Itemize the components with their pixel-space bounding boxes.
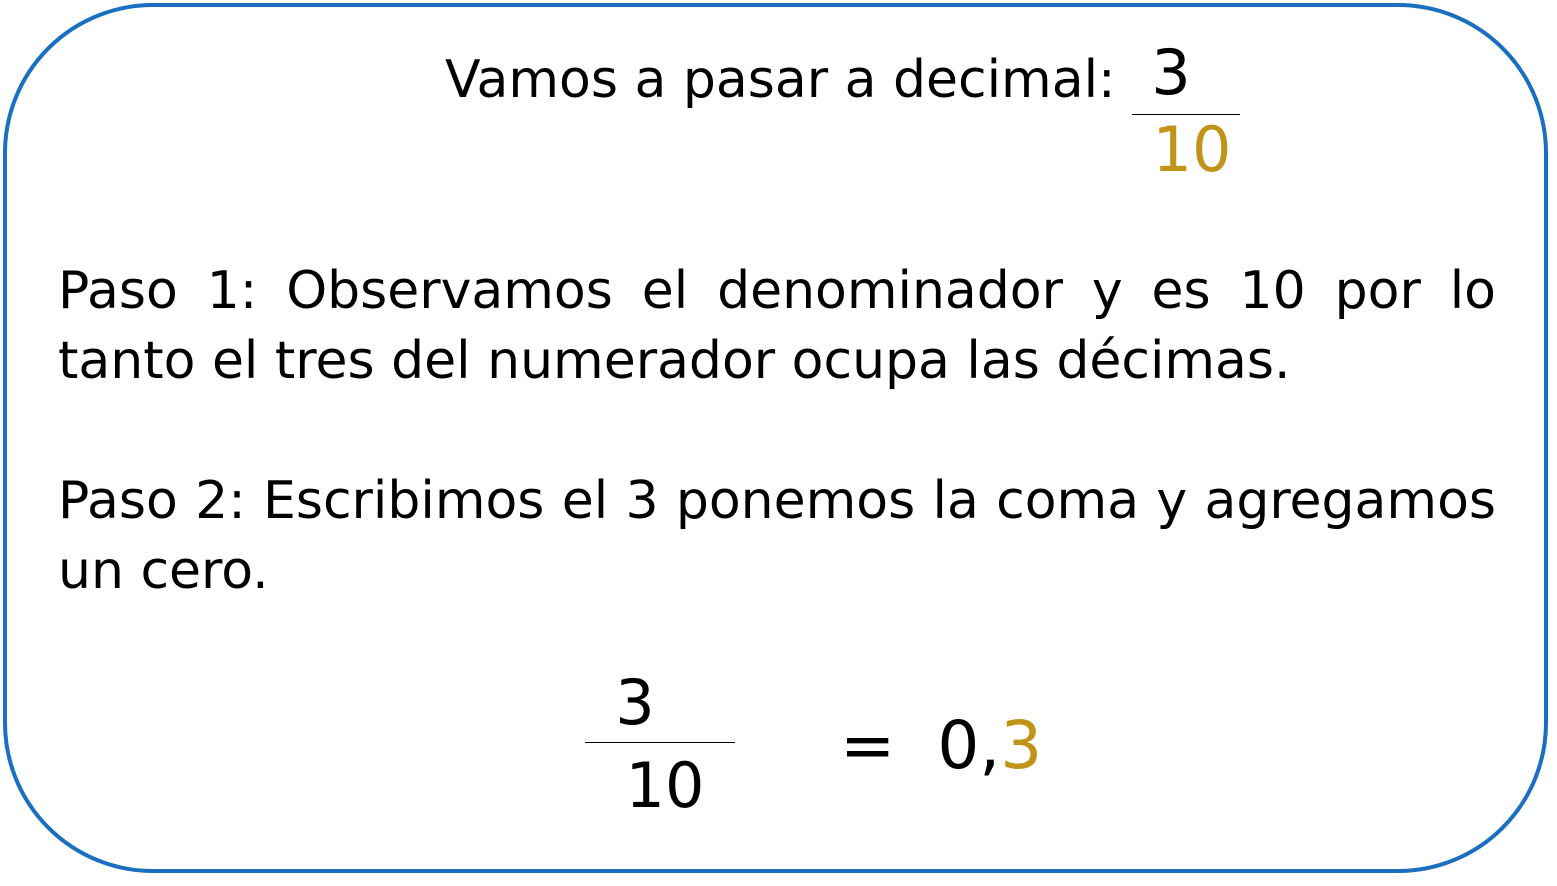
step-1-text: Paso 1: Observamos el denominador y es 1… [58,261,1496,391]
result-fraction-bar [585,742,735,743]
result-equation: = 0,3 [840,708,1042,784]
top-fraction-numerator: 3 [1151,36,1191,109]
top-fraction-denominator: 10 [1152,113,1232,186]
top-fraction: 3 10 [1132,42,1240,181]
result-fraction-denominator: 10 [625,749,705,822]
result-fraction-numerator: 3 [615,666,655,739]
result-fraction: 3 10 [585,672,735,817]
decimal-digit: 3 [1000,707,1043,784]
decimal-prefix: 0, [937,707,1001,784]
title: Vamos a pasar a decimal: [445,50,1116,110]
explanation-card [3,3,1548,873]
equals-sign: = [840,707,896,784]
step-2-text: Paso 2: Escribimos el 3 ponemos la coma … [58,471,1496,601]
